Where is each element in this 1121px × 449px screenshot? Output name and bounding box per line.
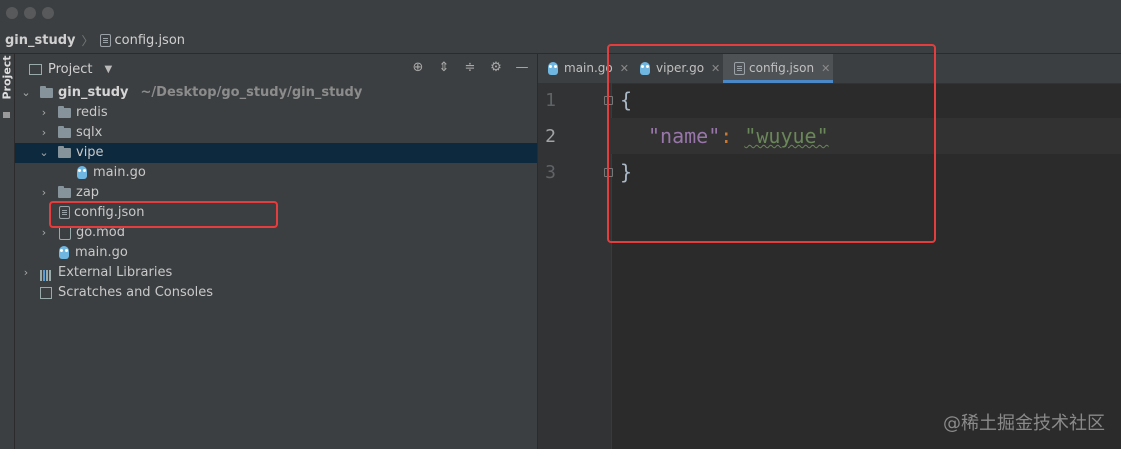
folder-icon xyxy=(58,106,71,118)
tree-item-label: sqlx xyxy=(76,125,103,140)
tree-item-redis[interactable]: › redis xyxy=(15,103,537,123)
tree-item-vipe-main-go[interactable]: main.go xyxy=(15,163,537,183)
tab-label: main.go xyxy=(564,61,613,75)
project-panel: Project ▼ ⊕ ⇕ ≑ ⚙ — ⌄ gin_study ~/Desktop… xyxy=(15,54,537,449)
project-view-icon xyxy=(29,63,42,75)
tree-item-zap[interactable]: › zap xyxy=(15,183,537,203)
scratches-icon xyxy=(40,287,52,299)
tree-item-main-go[interactable]: main.go xyxy=(15,243,537,263)
project-tool-window-button[interactable]: Project xyxy=(1,55,14,99)
chevron-right-icon[interactable]: › xyxy=(21,263,31,283)
highlight-box-tree xyxy=(49,201,278,228)
breadcrumb-file[interactable]: config.json xyxy=(115,33,186,48)
project-root-path: ~/Desktop/go_study/gin_study xyxy=(140,85,363,100)
tree-item-label: gin_study ~/Desktop/go_study/gin_study xyxy=(58,83,362,103)
tree-item-scratches[interactable]: Scratches and Consoles xyxy=(15,283,537,303)
minimize-window-button[interactable] xyxy=(24,7,36,19)
chevron-down-icon[interactable]: ⌄ xyxy=(39,143,49,163)
tree-item-label: main.go xyxy=(93,165,146,180)
tree-item-label: main.go xyxy=(75,245,128,260)
structure-icon[interactable] xyxy=(3,112,10,118)
breadcrumb-separator-icon: 〉 xyxy=(81,33,94,48)
gear-icon[interactable]: ⚙ xyxy=(487,59,505,77)
tree-item-label: redis xyxy=(76,105,108,120)
tree-item-vipe[interactable]: ⌄ vipe xyxy=(15,143,537,163)
tree-item-label-wrap: main.go xyxy=(77,163,146,183)
tree-item-label-wrap: main.go xyxy=(59,243,128,263)
line-number: 3 xyxy=(545,162,556,183)
chevron-right-icon[interactable]: › xyxy=(39,223,49,243)
go-file-icon xyxy=(59,246,69,259)
close-window-button[interactable] xyxy=(6,7,18,19)
locate-file-icon[interactable]: ⊕ xyxy=(409,59,427,77)
tree-item-label: Scratches and Consoles xyxy=(58,285,214,300)
libraries-icon xyxy=(40,268,53,281)
navigation-bar: gin_study 〉 config.json xyxy=(0,27,1121,54)
project-toolbar: Project ▼ ⊕ ⇕ ≑ ⚙ — xyxy=(15,54,537,84)
expand-all-icon[interactable]: ⇕ xyxy=(435,59,453,77)
breadcrumb-project[interactable]: gin_study xyxy=(5,33,76,48)
collapse-all-icon[interactable]: ≑ xyxy=(461,59,479,77)
tree-item-label: zap xyxy=(76,185,100,200)
chevron-right-icon[interactable]: › xyxy=(39,183,49,203)
mod-file-icon xyxy=(59,226,71,240)
tool-window-strip: Project xyxy=(0,54,15,449)
folder-icon xyxy=(58,126,71,138)
json-file-icon xyxy=(99,33,111,47)
chevron-right-icon[interactable]: › xyxy=(39,123,49,143)
tree-item-external-libraries[interactable]: › External Libraries xyxy=(15,263,537,283)
zoom-window-button[interactable] xyxy=(42,7,54,19)
project-panel-title[interactable]: Project xyxy=(48,62,92,77)
folder-icon xyxy=(58,146,71,158)
chevron-down-icon[interactable]: ⌄ xyxy=(21,83,31,103)
go-file-icon xyxy=(77,166,87,179)
project-root-label: gin_study xyxy=(58,85,129,100)
line-number-gutter: 1 2 3 xyxy=(538,83,612,449)
line-number: 2 xyxy=(545,126,556,147)
gopher-icon xyxy=(548,62,558,75)
chevron-down-icon[interactable]: ▼ xyxy=(104,64,112,75)
highlight-box-editor xyxy=(607,44,936,243)
tree-item-gin-study[interactable]: ⌄ gin_study ~/Desktop/go_study/gin_study xyxy=(15,83,537,103)
watermark: @稀土掘金技术社区 xyxy=(943,413,1105,434)
window-titlebar xyxy=(0,0,1121,27)
tree-item-label: External Libraries xyxy=(58,265,173,280)
chevron-right-icon[interactable]: › xyxy=(39,103,49,123)
folder-icon xyxy=(58,186,71,198)
hide-panel-icon[interactable]: — xyxy=(513,59,531,77)
tree-item-sqlx[interactable]: › sqlx xyxy=(15,123,537,143)
tree-item-label: vipe xyxy=(76,145,104,160)
line-number: 1 xyxy=(545,90,556,111)
folder-icon xyxy=(40,86,53,98)
